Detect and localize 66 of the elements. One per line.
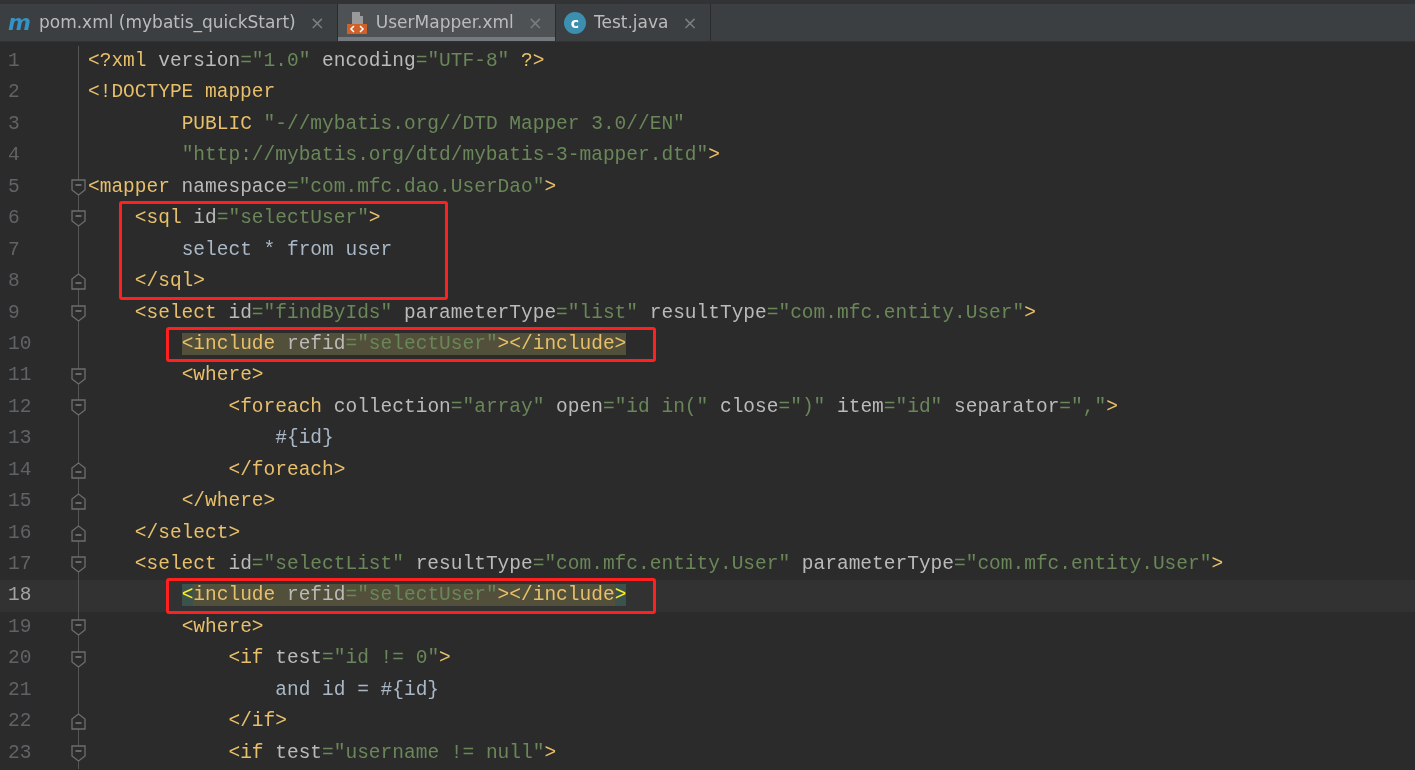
code-text: <foreach collection="array" open="id in(" close=")" item="id" separator=","> <box>228 395 1118 418</box>
code-text: #{id} <box>275 427 334 450</box>
line-number: 1 <box>7 49 21 74</box>
fold-icon[interactable] <box>71 304 86 322</box>
code-text: <if test="id != 0"> <box>228 647 451 670</box>
fold-icon[interactable] <box>71 210 86 228</box>
unfold-icon[interactable] <box>71 524 86 542</box>
line-number: 8 <box>7 269 21 295</box>
line-number: 12 <box>7 394 33 420</box>
line-number: 11 <box>7 363 33 389</box>
line-number: 17 <box>7 552 33 577</box>
line-number: 23 <box>7 740 33 766</box>
code-text: <select id="findByIds" parameterType="list" resultType="com.mfc.entity.User"> <box>134 301 1036 324</box>
line-number: 15 <box>7 489 33 515</box>
line-number: 16 <box>7 520 33 546</box>
line-number: 7 <box>7 237 21 263</box>
code-text: <?xml version="1.0" encoding="UTF-8" ?> <box>88 50 545 72</box>
code-text: <where> <box>181 364 264 387</box>
line-number: 4 <box>7 143 21 169</box>
maven-icon: m <box>8 11 31 34</box>
editor-tab[interactable]: m pom.xml (mybatis_quickStart) × <box>0 4 338 41</box>
line-number: 19 <box>7 614 33 640</box>
code-text: <if test="username != null"> <box>228 741 557 764</box>
code-text: PUBLIC "-//mybatis.org//DTD Mapper 3.0//EN" <box>181 112 685 135</box>
line-number: 6 <box>7 206 21 232</box>
line-number: 9 <box>7 300 21 326</box>
line-number: 14 <box>7 457 33 483</box>
fold-icon[interactable] <box>71 399 86 417</box>
code-text: select * from user <box>181 238 393 261</box>
code-text: <where> <box>181 615 264 638</box>
line-number: 3 <box>7 111 21 137</box>
code-text: </if> <box>228 710 287 733</box>
code-text: and id = #{id} <box>275 678 440 701</box>
class-icon: c <box>563 11 586 34</box>
line-number: 21 <box>7 677 33 703</box>
code-text: <mapper namespace="com.mfc.dao.UserDao"> <box>88 175 557 198</box>
fold-icon[interactable] <box>71 367 86 385</box>
code-text: "http://mybatis.org/dtd/mybatis-3-mapper.dtd"> <box>181 144 720 167</box>
unfold-icon[interactable] <box>71 273 86 291</box>
code-text: <!DOCTYPE mapper <box>88 81 276 104</box>
fold-icon[interactable] <box>71 556 86 574</box>
unfold-icon[interactable] <box>71 713 86 731</box>
unfold-icon[interactable] <box>71 493 86 511</box>
line-number: 22 <box>7 709 33 735</box>
code-text: </sql> <box>134 270 206 293</box>
close-icon[interactable]: × <box>682 9 698 36</box>
editor-tab[interactable]: c Test.java × <box>555 4 711 41</box>
xml-file-icon <box>345 10 368 35</box>
line-number: 10 <box>7 331 33 357</box>
line-number: 5 <box>7 174 21 200</box>
code-text: </foreach> <box>228 458 346 481</box>
fold-icon[interactable] <box>71 619 86 637</box>
line-number: 2 <box>7 80 21 106</box>
fold-icon[interactable] <box>71 744 86 762</box>
line-number: 20 <box>7 646 33 672</box>
fold-icon[interactable] <box>71 650 86 668</box>
fold-icon[interactable] <box>71 178 86 196</box>
close-icon[interactable]: × <box>309 9 325 36</box>
unfold-icon[interactable] <box>71 461 86 479</box>
code-text: <sql id="selectUser"> <box>134 207 381 230</box>
line-number: 13 <box>7 426 33 452</box>
line-number: 18 <box>7 583 33 609</box>
code-text: </where> <box>181 490 276 513</box>
editor-tab[interactable]: UserMapper.xml × <box>337 4 556 41</box>
code-text: <select id="selectList" resultType="com.mfc.entity.User" parameterType="com.mfc.entity.User"> <box>134 553 1224 575</box>
code-text: </select> <box>134 521 241 544</box>
